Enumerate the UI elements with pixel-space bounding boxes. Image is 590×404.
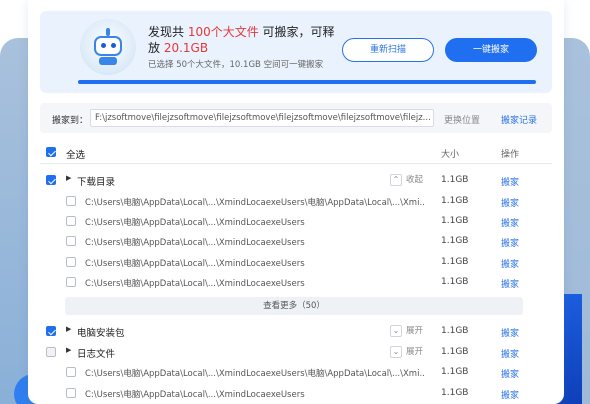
caret-right-icon[interactable]: ▶: [66, 174, 71, 182]
file-path: C:\Users\电脑\AppData\Local\...\XmindLocae…: [85, 198, 425, 208]
move-link[interactable]: 搬家: [501, 367, 519, 380]
move-link[interactable]: 搬家: [501, 388, 519, 401]
size-column-header: 大小: [441, 150, 460, 160]
chevron-up-icon: ⌃: [390, 173, 402, 186]
destination-path-field[interactable]: F:\jzsoftmove\filejzsoftmove\filejzsoftm…: [90, 109, 434, 127]
move-link[interactable]: 搬家: [501, 175, 519, 188]
scan-progress-bar: [78, 80, 536, 84]
group-size: 1.1GB: [441, 347, 469, 357]
file-row[interactable]: C:\Users\电脑\AppData\Local\...\XmindLocae…: [40, 383, 552, 403]
file-count: 100个大文件: [187, 25, 259, 39]
file-row[interactable]: C:\Users\电脑\AppData\Local\...\XmindLocae…: [40, 231, 552, 251]
group-size: 1.1GB: [441, 175, 469, 185]
file-path: C:\Users\电脑\AppData\Local\...\XmindLocae…: [85, 259, 305, 269]
move-link[interactable]: 搬家: [501, 236, 519, 249]
chevron-down-icon: ⌄: [390, 324, 402, 337]
move-link[interactable]: 搬家: [501, 347, 519, 360]
group-name: 日志文件: [77, 349, 116, 360]
action-column-header: 操作: [501, 150, 520, 160]
move-records-link[interactable]: 搬家记录: [501, 113, 537, 126]
file-size: 1.1GB: [441, 196, 469, 206]
file-row[interactable]: C:\Users\电脑\AppData\Local\...\XmindLocae…: [40, 191, 552, 211]
file-path: C:\Users\电脑\AppData\Local\...\XmindLocae…: [85, 238, 305, 248]
group-row-logs[interactable]: ▶ 日志文件 ⌄ 展开 1.1GB 搬家: [40, 342, 552, 362]
rescan-button[interactable]: 重新扫描: [342, 38, 434, 62]
group-row-installers[interactable]: ▶ 电脑安装包 ⌄ 展开 1.1GB 搬家: [40, 321, 552, 341]
scan-subtitle: 已选择 50个大文件，10.1GB 空间可一键搬家: [148, 60, 324, 70]
group-checkbox[interactable]: [46, 175, 56, 185]
file-size: 1.1GB: [441, 236, 469, 246]
move-link[interactable]: 搬家: [501, 196, 519, 209]
move-link[interactable]: 搬家: [501, 326, 519, 339]
file-row[interactable]: C:\Users\电脑\AppData\Local\...\XmindLocae…: [40, 252, 552, 272]
destination-label: 搬家到：: [52, 116, 89, 126]
file-checkbox[interactable]: [66, 257, 76, 267]
view-more-button[interactable]: 查看更多（50）: [65, 297, 523, 315]
robot-icon: [80, 19, 136, 75]
select-all-checkbox[interactable]: [46, 147, 56, 157]
file-size: 1.1GB: [441, 277, 469, 287]
file-row[interactable]: C:\Users\电脑\AppData\Local\...\XmindLocae…: [40, 272, 552, 292]
move-link[interactable]: 搬家: [501, 257, 519, 270]
main-panel: 发现共 100个大文件 可搬家，可释放 20.1GB 已选择 50个大文件，10…: [28, 0, 564, 404]
chevron-down-icon: ⌄: [390, 345, 402, 358]
file-size: 1.1GB: [441, 216, 469, 226]
change-location-link[interactable]: 更换位置: [444, 113, 480, 126]
move-link[interactable]: 搬家: [501, 277, 519, 290]
scan-summary-card: 发现共 100个大文件 可搬家，可释放 20.1GB 已选择 50个大文件，10…: [40, 11, 552, 93]
file-checkbox[interactable]: [66, 236, 76, 246]
caret-right-icon[interactable]: ▶: [66, 325, 71, 333]
file-checkbox[interactable]: [66, 216, 76, 226]
file-size: 1.1GB: [441, 367, 469, 377]
file-checkbox[interactable]: [66, 196, 76, 206]
file-checkbox[interactable]: [66, 388, 76, 398]
file-row[interactable]: C:\Users\电脑\AppData\Local\...\XmindLocae…: [40, 362, 552, 382]
group-row-downloads[interactable]: ▶ 下载目录 ⌃ 收起 1.1GB 搬家: [40, 170, 552, 190]
destination-path-row: 搬家到： F:\jzsoftmove\filejzsoftmove\filejz…: [40, 103, 552, 133]
table-header: 全选 大小 操作: [40, 142, 552, 164]
scan-progress-fill: [78, 80, 536, 84]
select-all-label: 全选: [66, 150, 86, 161]
caret-right-icon[interactable]: ▶: [66, 346, 71, 354]
file-checkbox[interactable]: [66, 367, 76, 377]
file-path: C:\Users\电脑\AppData\Local\...\XmindLocae…: [85, 279, 305, 289]
expand-toggle[interactable]: ⌄ 展开: [390, 345, 423, 358]
file-path: C:\Users\电脑\AppData\Local\...\XmindLocae…: [85, 390, 305, 400]
collapse-toggle[interactable]: ⌃ 收起: [390, 173, 423, 186]
file-path: C:\Users\电脑\AppData\Local\...\XmindLocae…: [85, 369, 425, 379]
group-checkbox[interactable]: [46, 347, 56, 357]
free-size: 20.1GB: [163, 41, 209, 55]
file-row[interactable]: C:\Users\电脑\AppData\Local\...\XmindLocae…: [40, 211, 552, 231]
file-size: 1.1GB: [441, 388, 469, 398]
scan-title: 发现共 100个大文件 可搬家，可释放 20.1GB: [148, 25, 335, 55]
group-name: 下载目录: [77, 177, 116, 188]
one-click-move-button[interactable]: 一键搬家: [445, 38, 537, 62]
move-link[interactable]: 搬家: [501, 216, 519, 229]
group-name: 电脑安装包: [77, 328, 125, 339]
group-size: 1.1GB: [441, 326, 469, 336]
group-checkbox[interactable]: [46, 326, 56, 336]
expand-toggle[interactable]: ⌄ 展开: [390, 324, 423, 337]
file-size: 1.1GB: [441, 257, 469, 267]
file-checkbox[interactable]: [66, 277, 76, 287]
file-path: C:\Users\电脑\AppData\Local\...\XmindLocae…: [85, 218, 305, 228]
